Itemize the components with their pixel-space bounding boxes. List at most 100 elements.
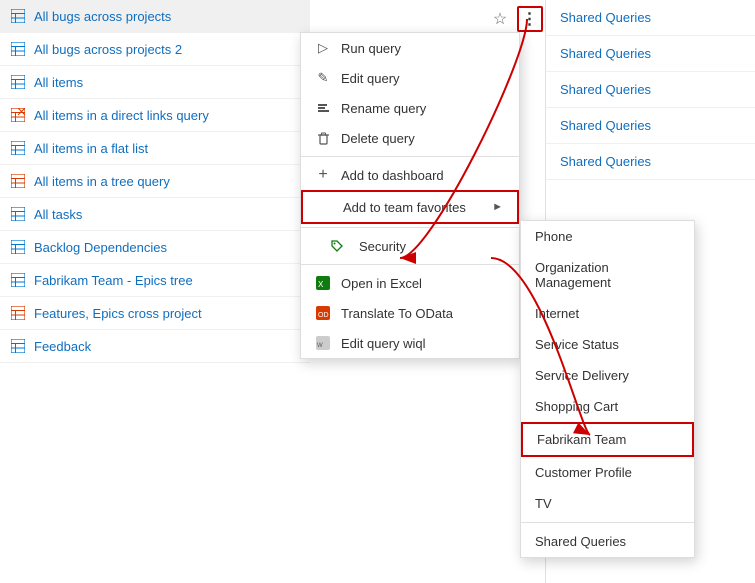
query-item-text-6: All tasks — [34, 207, 82, 222]
sub-separator — [521, 522, 694, 523]
three-dot-button[interactable]: ⋮ — [517, 6, 543, 32]
table-icon-5 — [10, 173, 26, 189]
ctx-open-excel-label: Open in Excel — [341, 276, 422, 291]
query-item-text-9: Features, Epics cross project — [34, 306, 202, 321]
ctx-edit-wiql-label: Edit query wiql — [341, 336, 426, 351]
query-item-4[interactable]: All items in a flat list — [0, 132, 310, 165]
table-icon-2 — [10, 74, 26, 90]
plus-icon: + — [315, 167, 331, 183]
separator-2 — [301, 227, 519, 228]
sub-item-service-status-label: Service Status — [535, 337, 619, 352]
ellipsis-icon: ⋮ — [522, 9, 539, 29]
star-button[interactable]: ☆ — [489, 8, 511, 30]
ctx-rename-query-label: Rename query — [341, 101, 426, 116]
ctx-rename-query[interactable]: Rename query — [301, 93, 519, 123]
query-item-8[interactable]: Fabrikam Team - Epics tree — [0, 264, 310, 297]
excel-icon: X — [315, 275, 331, 291]
chevron-right-icon: ► — [492, 201, 503, 213]
tag-icon — [329, 238, 345, 254]
query-item-7[interactable]: Backlog Dependencies — [0, 231, 310, 264]
table-icon-3 — [10, 107, 26, 123]
sub-item-fabrikam-team-label: Fabrikam Team — [537, 432, 626, 447]
ctx-delete-query[interactable]: Delete query — [301, 123, 519, 153]
table-icon-8 — [10, 272, 26, 288]
query-item-5[interactable]: All items in a tree query — [0, 165, 310, 198]
context-menu: ▷ Run query ✎ Edit query Rename query De… — [300, 32, 520, 359]
sub-item-internet[interactable]: Internet — [521, 298, 694, 329]
table-icon-7 — [10, 239, 26, 255]
ctx-odata-label: Translate To OData — [341, 306, 453, 321]
ctx-add-team-favorites-label: Add to team favorites — [343, 200, 466, 215]
ctx-odata[interactable]: OD Translate To OData — [301, 298, 519, 328]
query-item-6[interactable]: All tasks — [0, 198, 310, 231]
sub-item-service-status[interactable]: Service Status — [521, 329, 694, 360]
favorites-spacer-icon — [317, 199, 333, 215]
table-icon-9 — [10, 305, 26, 321]
query-item-2[interactable]: All items — [0, 66, 310, 99]
sub-item-phone[interactable]: Phone — [521, 221, 694, 252]
sub-item-org-mgmt-label: Organization Management — [535, 260, 680, 290]
sub-item-service-delivery-label: Service Delivery — [535, 368, 629, 383]
sub-item-shopping-cart[interactable]: Shopping Cart — [521, 391, 694, 422]
ctx-add-team-favorites[interactable]: Add to team favorites ► — [301, 190, 519, 224]
sub-item-tv[interactable]: TV — [521, 488, 694, 519]
odata-icon: OD — [315, 305, 331, 321]
shared-item-4[interactable]: Shared Queries — [546, 144, 755, 180]
query-item-text-10: Feedback — [34, 339, 91, 354]
shared-item-3[interactable]: Shared Queries — [546, 108, 755, 144]
shared-item-2[interactable]: Shared Queries — [546, 72, 755, 108]
query-item-10[interactable]: Feedback — [0, 330, 310, 363]
svg-text:X: X — [318, 280, 324, 289]
sub-item-customer-profile[interactable]: Customer Profile — [521, 457, 694, 488]
query-item-text-5: All items in a tree query — [34, 174, 170, 189]
ctx-edit-wiql[interactable]: W Edit query wiql — [301, 328, 519, 358]
table-icon-10 — [10, 338, 26, 354]
query-item-text-7: Backlog Dependencies — [34, 240, 167, 255]
separator-1 — [301, 156, 519, 157]
query-item-text-1: All bugs across projects 2 — [34, 42, 182, 57]
shared-item-label-4: Shared Queries — [560, 154, 651, 169]
wiql-icon: W — [315, 335, 331, 351]
sub-item-customer-profile-label: Customer Profile — [535, 465, 632, 480]
shared-item-0[interactable]: Shared Queries — [546, 0, 755, 36]
query-list: All bugs across projects All bugs across… — [0, 0, 310, 583]
sub-item-service-delivery[interactable]: Service Delivery — [521, 360, 694, 391]
ctx-security-label: Security — [359, 239, 406, 254]
separator-3 — [301, 264, 519, 265]
trash-icon — [315, 130, 331, 146]
query-item-3[interactable]: All items in a direct links query — [0, 99, 310, 132]
pencil-icon: ✎ — [315, 70, 331, 86]
sub-item-shared-queries[interactable]: Shared Queries — [521, 526, 694, 557]
sub-item-tv-label: TV — [535, 496, 552, 511]
query-item-9[interactable]: Features, Epics cross project — [0, 297, 310, 330]
table-icon-4 — [10, 140, 26, 156]
sub-item-internet-label: Internet — [535, 306, 579, 321]
ctx-add-dashboard[interactable]: + Add to dashboard — [301, 160, 519, 190]
ctx-run-query[interactable]: ▷ Run query — [301, 33, 519, 63]
query-item-text-2: All items — [34, 75, 83, 90]
table-icon-1 — [10, 41, 26, 57]
team-favorites-submenu: Phone Organization Management Internet S… — [520, 220, 695, 558]
ctx-delete-query-label: Delete query — [341, 131, 415, 146]
ctx-open-excel[interactable]: X Open in Excel — [301, 268, 519, 298]
sub-item-shopping-cart-label: Shopping Cart — [535, 399, 618, 414]
svg-text:W: W — [317, 343, 323, 349]
query-item-0[interactable]: All bugs across projects — [0, 0, 310, 33]
sub-item-org-mgmt[interactable]: Organization Management — [521, 252, 694, 298]
ctx-security[interactable]: Security — [301, 231, 519, 261]
sub-item-fabrikam-team[interactable]: Fabrikam Team — [521, 422, 694, 457]
table-icon-6 — [10, 206, 26, 222]
play-icon: ▷ — [315, 40, 331, 56]
shared-item-label-3: Shared Queries — [560, 118, 651, 133]
ctx-edit-query[interactable]: ✎ Edit query — [301, 63, 519, 93]
shared-item-1[interactable]: Shared Queries — [546, 36, 755, 72]
ctx-edit-query-label: Edit query — [341, 71, 400, 86]
query-item-text-0: All bugs across projects — [34, 9, 171, 24]
rename-icon — [315, 100, 331, 116]
shared-item-label-0: Shared Queries — [560, 10, 651, 25]
table-icon-0 — [10, 8, 26, 24]
star-icon: ☆ — [493, 9, 507, 29]
query-item-1[interactable]: All bugs across projects 2 — [0, 33, 310, 66]
query-item-text-8: Fabrikam Team - Epics tree — [34, 273, 193, 288]
sub-item-phone-label: Phone — [535, 229, 573, 244]
